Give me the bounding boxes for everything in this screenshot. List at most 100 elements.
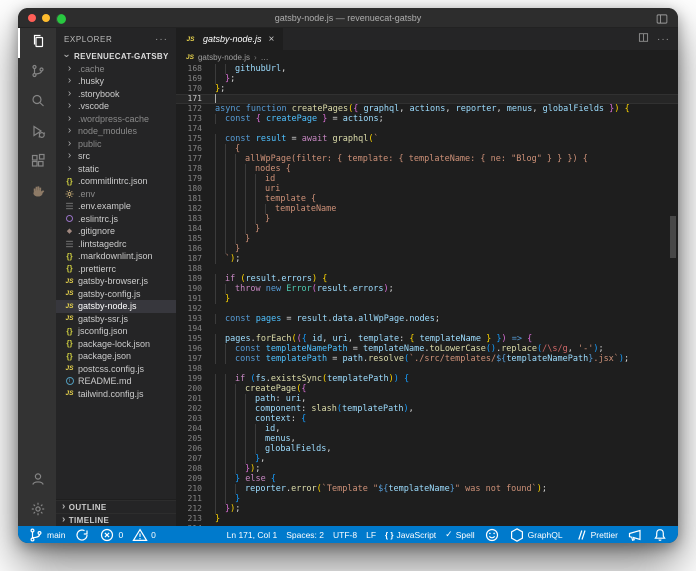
file-item-.storybook[interactable]: ›.storybook — [56, 88, 176, 101]
breadcrumb-file[interactable]: gatsby-node.js — [198, 53, 250, 62]
file-item-README.md[interactable]: iREADME.md — [56, 375, 176, 388]
status-feedback[interactable] — [484, 527, 500, 543]
line-number[interactable]: 173 — [176, 114, 202, 124]
line-number[interactable]: 170 — [176, 84, 202, 94]
code-line-183[interactable]: 183} — [176, 214, 678, 224]
tab-gatsby-node[interactable]: JS gatsby-node.js × — [176, 28, 283, 50]
line-number[interactable]: 194 — [176, 324, 202, 334]
code-line-187[interactable]: 187`); — [176, 254, 678, 264]
activity-item-hand-tool[interactable] — [18, 178, 56, 208]
line-number[interactable]: 196 — [176, 344, 202, 354]
code-line-213[interactable]: 213} — [176, 514, 678, 524]
line-number[interactable]: 179 — [176, 174, 202, 184]
status-encoding[interactable]: UTF-8 — [333, 530, 357, 540]
code-line-168[interactable]: 168githubUrl, — [176, 64, 678, 74]
code-line-198[interactable]: 198 — [176, 364, 678, 374]
file-item-public[interactable]: ›public — [56, 138, 176, 151]
file-item-gatsby-node.js[interactable]: JSgatsby-node.js — [56, 300, 176, 313]
code-line-178[interactable]: 178nodes { — [176, 164, 678, 174]
code-line-171[interactable]: 171 — [176, 94, 678, 104]
line-number[interactable]: 201 — [176, 394, 202, 404]
line-number[interactable]: 211 — [176, 494, 202, 504]
line-number[interactable]: 204 — [176, 424, 202, 434]
timeline-section[interactable]: › TIMELINE — [56, 513, 176, 526]
code-line-173[interactable]: 173const { createPage } = actions; — [176, 114, 678, 124]
explorer-more-actions-icon[interactable]: ··· — [155, 34, 168, 45]
code-line-201[interactable]: 201path: uri, — [176, 394, 678, 404]
line-number[interactable]: 174 — [176, 124, 202, 134]
status-cursor-position[interactable]: Ln 171, Col 1 — [227, 530, 278, 540]
minimize-window-button[interactable] — [42, 14, 50, 22]
code-line-192[interactable]: 192 — [176, 304, 678, 314]
line-number[interactable]: 183 — [176, 214, 202, 224]
line-number[interactable]: 195 — [176, 334, 202, 344]
line-number[interactable]: 182 — [176, 204, 202, 214]
file-item-.lintstagedrc[interactable]: .lintstagedrc — [56, 238, 176, 251]
status-errors[interactable]: 0 — [99, 527, 123, 543]
line-number[interactable]: 171 — [176, 94, 202, 104]
code-line-191[interactable]: 191} — [176, 294, 678, 304]
line-number[interactable]: 187 — [176, 254, 202, 264]
code-line-180[interactable]: 180uri — [176, 184, 678, 194]
line-number[interactable]: 177 — [176, 154, 202, 164]
file-item-src[interactable]: ›src — [56, 150, 176, 163]
workspace-root[interactable]: › REVENUECAT-GATSBY — [56, 50, 176, 63]
code-line-202[interactable]: 202component: slash(templatePath), — [176, 404, 678, 414]
code-line-208[interactable]: 208}); — [176, 464, 678, 474]
code-line-207[interactable]: 207}, — [176, 454, 678, 464]
line-number[interactable]: 184 — [176, 224, 202, 234]
code-line-186[interactable]: 186} — [176, 244, 678, 254]
file-item-.husky[interactable]: ›.husky — [56, 75, 176, 88]
breadcrumb-more[interactable]: … — [261, 53, 269, 62]
line-number[interactable]: 199 — [176, 374, 202, 384]
file-item-.prettierrc[interactable]: {}.prettierrc — [56, 263, 176, 276]
code-line-170[interactable]: 170}; — [176, 84, 678, 94]
line-number[interactable]: 198 — [176, 364, 202, 374]
code-line-189[interactable]: 189if (result.errors) { — [176, 274, 678, 284]
line-number[interactable]: 189 — [176, 274, 202, 284]
status-spell[interactable]: ✓Spell — [445, 529, 474, 540]
file-item-jsconfig.json[interactable]: {}jsconfig.json — [56, 325, 176, 338]
line-number[interactable]: 191 — [176, 294, 202, 304]
line-number[interactable]: 206 — [176, 444, 202, 454]
file-item-.vscode[interactable]: ›.vscode — [56, 100, 176, 113]
activity-item-run-debug[interactable] — [18, 118, 56, 148]
line-number[interactable]: 180 — [176, 184, 202, 194]
line-number[interactable]: 205 — [176, 434, 202, 444]
file-item-gatsby-ssr.js[interactable]: JSgatsby-ssr.js — [56, 313, 176, 326]
activity-item-explorer[interactable] — [18, 28, 56, 58]
line-number[interactable]: 208 — [176, 464, 202, 474]
line-number[interactable]: 185 — [176, 234, 202, 244]
code-line-190[interactable]: 190throw new Error(result.errors); — [176, 284, 678, 294]
file-item-postcss.config.js[interactable]: JSpostcss.config.js — [56, 363, 176, 376]
outline-section[interactable]: › OUTLINE — [56, 500, 176, 513]
code-line-197[interactable]: 197const templatePath = path.resolve(`./… — [176, 354, 678, 364]
status-notifications[interactable] — [652, 527, 668, 543]
code-line-188[interactable]: 188 — [176, 264, 678, 274]
line-number[interactable]: 172 — [176, 104, 202, 114]
file-item-gatsby-browser.js[interactable]: JSgatsby-browser.js — [56, 275, 176, 288]
file-item-.wordpress-cache[interactable]: ›.wordpress-cache — [56, 113, 176, 126]
code-line-212[interactable]: 212}); — [176, 504, 678, 514]
line-number[interactable]: 200 — [176, 384, 202, 394]
activity-item-search[interactable] — [18, 88, 56, 118]
line-number[interactable]: 190 — [176, 284, 202, 294]
line-number[interactable]: 175 — [176, 134, 202, 144]
status-indentation[interactable]: Spaces: 2 — [286, 530, 324, 540]
line-number[interactable]: 181 — [176, 194, 202, 204]
activity-item-extensions[interactable] — [18, 148, 56, 178]
status-graphql[interactable]: GraphQL — [509, 527, 563, 543]
editor-scrollbar[interactable] — [670, 216, 676, 258]
line-number[interactable]: 168 — [176, 64, 202, 74]
line-number[interactable]: 202 — [176, 404, 202, 414]
line-number[interactable]: 169 — [176, 74, 202, 84]
line-number[interactable]: 214 — [176, 524, 202, 526]
line-number[interactable]: 197 — [176, 354, 202, 364]
line-number[interactable]: 178 — [176, 164, 202, 174]
code-line-194[interactable]: 194 — [176, 324, 678, 334]
code-editor[interactable]: 168githubUrl,169};170};171172async funct… — [176, 64, 678, 526]
code-line-182[interactable]: 182templateName — [176, 204, 678, 214]
activity-item-settings[interactable] — [18, 496, 56, 526]
code-line-209[interactable]: 209} else { — [176, 474, 678, 484]
code-line-185[interactable]: 185} — [176, 234, 678, 244]
